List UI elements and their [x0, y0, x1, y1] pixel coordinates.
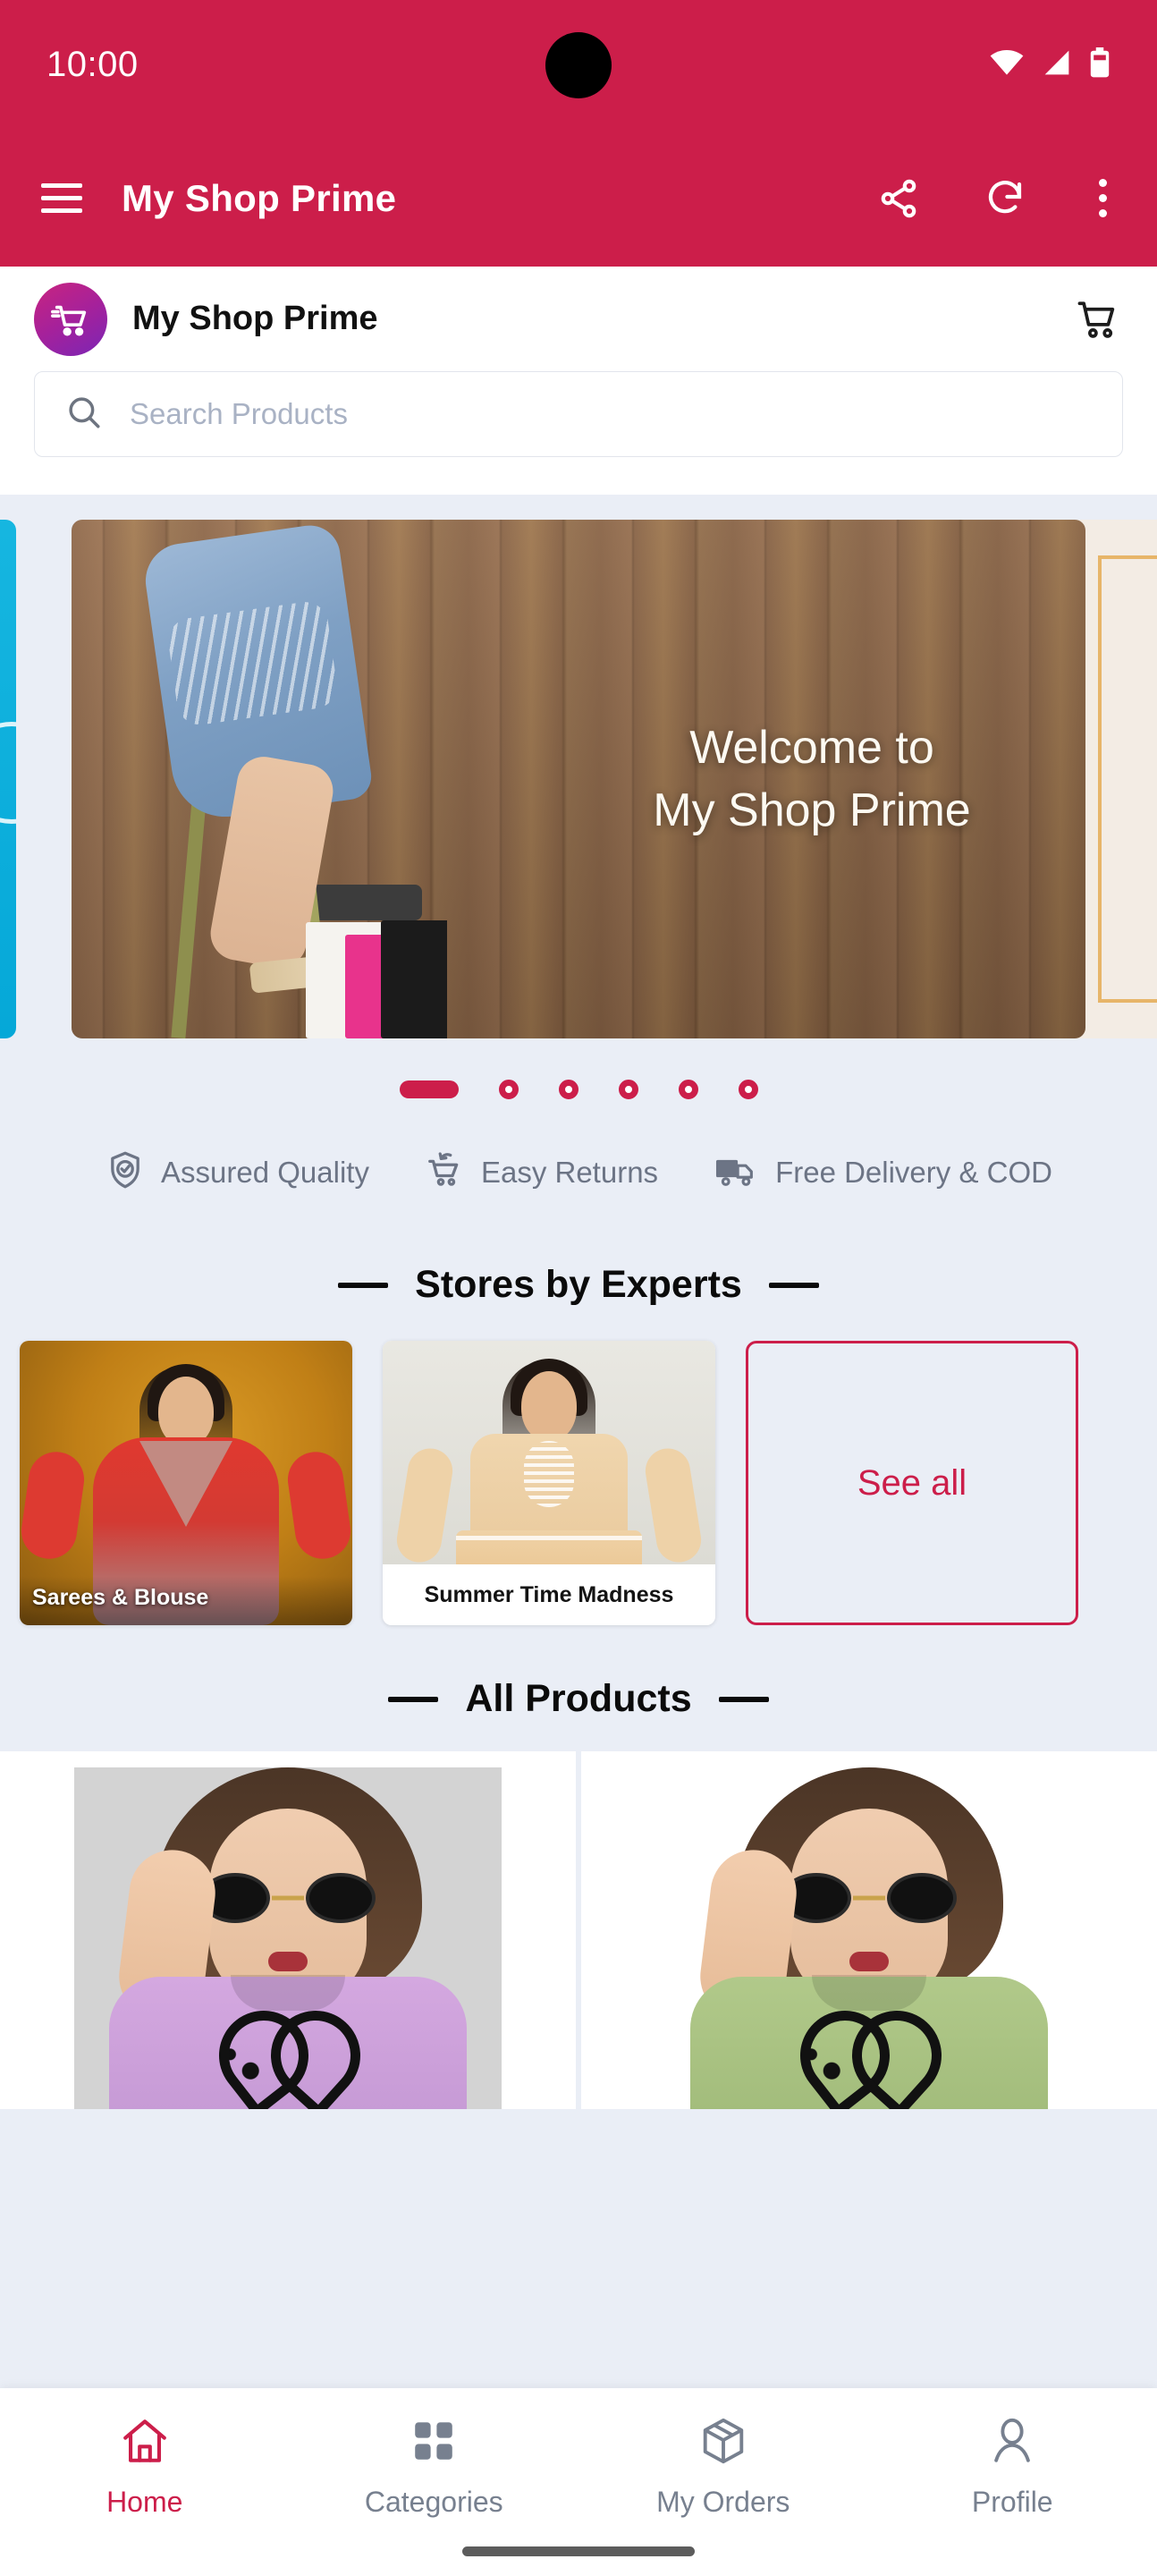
shirt-graphic [784, 2021, 954, 2104]
see-all-label: See all [857, 1462, 967, 1503]
trust-badge-label: Free Delivery & COD [775, 1155, 1052, 1189]
banner-headline: Welcome to My Shop Prime [653, 721, 971, 836]
product-card[interactable] [0, 1751, 576, 2109]
sunglasses-icon [781, 1873, 957, 1923]
home-icon [119, 2415, 171, 2471]
trust-badge-free-delivery: Free Delivery & COD [714, 1149, 1052, 1195]
store-image [383, 1341, 715, 1564]
nav-item-home[interactable]: Home [0, 2415, 290, 2519]
trust-badges: Assured Quality Easy Returns Free Delive… [0, 1131, 1157, 1234]
shield-check-icon [105, 1149, 146, 1195]
shopping-cart-logo-icon [34, 282, 107, 356]
store-card-label: Summer Time Madness [383, 1564, 715, 1625]
nav-item-profile[interactable]: Profile [868, 2415, 1157, 2519]
app-bar-actions [877, 177, 1116, 220]
trust-badge-label: Assured Quality [161, 1155, 369, 1189]
stores-list: Sarees & Blouse Summer Time Madness See … [0, 1341, 1157, 1625]
wifi-icon [989, 49, 1025, 80]
package-box-icon [697, 2415, 749, 2471]
product-card[interactable] [581, 1751, 1157, 2109]
shirt-graphic [203, 2021, 373, 2104]
carousel-dot-5[interactable] [678, 1080, 698, 1099]
carousel-pagination [0, 1038, 1157, 1131]
status-time: 10:00 [46, 45, 139, 84]
bottom-navigation-bar: Home Categories My Orders Profile [0, 2388, 1157, 2576]
nav-label: My Orders [656, 2486, 790, 2518]
heading-rule-right [768, 1282, 819, 1288]
overflow-menu-icon[interactable] [1090, 179, 1116, 217]
promo-carousel[interactable]: Welcome to My Shop Prime [0, 520, 1157, 1038]
hamburger-menu-icon[interactable] [41, 183, 82, 213]
stores-section-heading: Stores by Experts [0, 1234, 1157, 1341]
store-card-sarees-blouse[interactable]: Sarees & Blouse [20, 1341, 352, 1625]
shopping-cart-icon[interactable] [1073, 294, 1123, 344]
carousel-slide-active[interactable]: Welcome to My Shop Prime [72, 520, 1085, 1038]
carousel-dot-6[interactable] [738, 1080, 758, 1099]
refresh-icon[interactable] [984, 177, 1026, 220]
gesture-home-bar[interactable] [462, 2546, 695, 2556]
section-title: All Products [465, 1677, 692, 1720]
product-image [74, 1767, 502, 2109]
person-profile-icon [986, 2415, 1038, 2471]
camera-punch-hole [545, 32, 612, 98]
nav-label: Home [106, 2486, 183, 2518]
app-screen: 10:00 My Shop Prime My Shop Prime Search… [0, 0, 1157, 2576]
delivery-truck-icon [714, 1149, 760, 1195]
nav-item-my-orders[interactable]: My Orders [578, 2415, 868, 2519]
trust-badge-easy-returns: Easy Returns [425, 1149, 658, 1195]
product-image [655, 1767, 1083, 2109]
cellular-signal-icon [1042, 49, 1072, 80]
search-icon [65, 394, 103, 436]
status-bar: 10:00 [0, 0, 1157, 130]
brand-header: My Shop Prime [0, 267, 1157, 371]
sunglasses-icon [200, 1873, 376, 1923]
carousel-dot-3[interactable] [558, 1080, 578, 1099]
brand-name: My Shop Prime [132, 300, 378, 337]
nav-item-categories[interactable]: Categories [290, 2415, 579, 2519]
nav-label: Profile [971, 2486, 1053, 2518]
trust-badge-label: Easy Returns [480, 1155, 659, 1189]
carousel-dot-2[interactable] [498, 1080, 519, 1099]
carousel-dot-1[interactable] [399, 1080, 459, 1098]
nav-label: Categories [364, 2486, 503, 2518]
promo-carousel-section: Welcome to My Shop Prime [0, 495, 1157, 1131]
products-section-heading: All Products [0, 1625, 1157, 1751]
see-all-stores-button[interactable]: See all [746, 1341, 1078, 1625]
heading-rule-left [388, 1696, 439, 1702]
carousel-slide-previous[interactable] [0, 520, 16, 1038]
app-bar: My Shop Prime [0, 130, 1157, 267]
carousel-dot-4[interactable] [618, 1080, 638, 1099]
share-icon[interactable] [877, 177, 920, 220]
app-bar-title: My Shop Prime [122, 176, 397, 219]
search-input[interactable]: Search Products [34, 371, 1123, 457]
search-section: Search Products [0, 371, 1157, 495]
status-icons [989, 47, 1111, 82]
banner-model-image [72, 520, 447, 1038]
search-placeholder: Search Products [130, 397, 348, 430]
return-cart-icon [425, 1149, 466, 1195]
store-card-summer-time-madness[interactable]: Summer Time Madness [383, 1341, 715, 1625]
grid-categories-icon [408, 2415, 460, 2471]
battery-icon [1089, 47, 1111, 82]
section-title: Stores by Experts [415, 1263, 742, 1306]
products-grid [0, 1751, 1157, 2109]
heading-rule-right [718, 1696, 769, 1702]
heading-rule-left [338, 1282, 389, 1288]
store-card-label: Sarees & Blouse [20, 1576, 352, 1625]
trust-badge-assured-quality: Assured Quality [105, 1149, 369, 1195]
